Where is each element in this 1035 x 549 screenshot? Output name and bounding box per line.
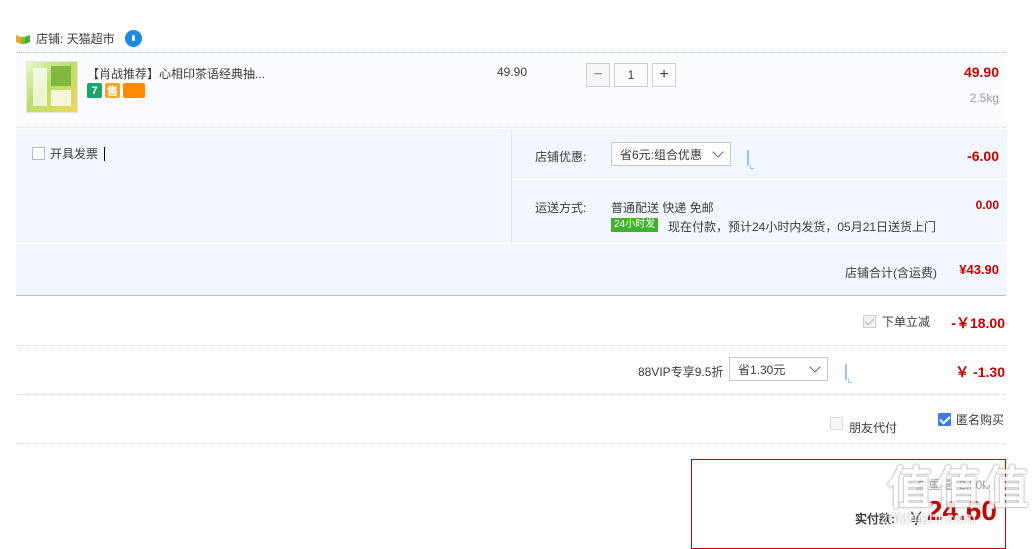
friend-pay-label: 朋友代付 xyxy=(849,421,898,435)
divider xyxy=(16,345,1006,346)
invoice-label: 开具发票 xyxy=(50,147,99,161)
shipping-label: 运送方式: xyxy=(535,201,587,215)
discount-info-icon[interactable] xyxy=(747,150,749,166)
divider xyxy=(16,443,1006,444)
invoice-checkbox[interactable] xyxy=(32,147,45,160)
divider xyxy=(512,179,1006,180)
store-header: 店铺: 天猫超市 xyxy=(16,28,142,48)
vip-discount-label: 88VIP专享9.5折 xyxy=(638,365,724,379)
product-title[interactable]: 【肖战推荐】心相印茶语经典抽... xyxy=(87,65,265,82)
credit-card-icon xyxy=(123,83,145,98)
order-discount-amount: -￥18.00 xyxy=(951,315,1005,331)
divider xyxy=(16,127,1006,128)
unit-price: 49.90 xyxy=(497,65,528,79)
item-weight: 2.5kg xyxy=(969,91,999,105)
vip-info-icon[interactable] xyxy=(845,364,847,380)
anonymous-purchase-option[interactable]: 匿名购买 xyxy=(938,411,1004,428)
divider xyxy=(16,52,1006,53)
store-total-amount: ¥43.90 xyxy=(959,262,999,277)
increase-quantity-button[interactable]: + xyxy=(652,63,676,87)
quantity-input[interactable]: 1 xyxy=(614,63,648,87)
shipping-fee: 0.00 xyxy=(975,198,999,212)
invoice-option[interactable]: 开具发票 xyxy=(32,145,106,162)
store-total-label: 店铺合计(含运费) xyxy=(845,266,937,280)
shop-discount-label: 店铺优惠: xyxy=(535,150,587,164)
anonymous-checkbox[interactable] xyxy=(938,413,951,426)
watermark-logo: 值值值 xyxy=(887,461,1031,515)
divider xyxy=(16,295,1006,296)
order-discount-checkbox xyxy=(863,315,876,328)
item-subtotal: 49.90 xyxy=(963,64,999,80)
friend-pay-checkbox xyxy=(830,417,843,430)
chevron-down-icon xyxy=(809,361,821,373)
text-caret xyxy=(104,146,106,161)
decrease-quantity-button[interactable]: − xyxy=(586,63,610,87)
vip-discount-select[interactable]: 省1.30元 xyxy=(729,357,828,381)
shop-discount-value: 省6元:组合优惠 xyxy=(620,147,703,162)
tmall-store-icon xyxy=(16,33,30,44)
divider xyxy=(16,394,1006,395)
chevron-down-icon xyxy=(712,146,724,158)
anonymous-label: 匿名购买 xyxy=(956,413,1005,427)
24h-shipping-tag: 24小时发 xyxy=(611,218,659,232)
product-thumbnail[interactable] xyxy=(26,61,78,113)
watermark-url: zhizhizhi.com xyxy=(880,510,977,527)
vip-discount-amount: ￥ -1.30 xyxy=(955,364,1005,380)
service-badges: 7 售 xyxy=(87,83,145,98)
shipping-note: 现在付款，预计24小时内发货，05月21日送货上门 xyxy=(668,220,937,234)
vip-discount-value: 省1.30元 xyxy=(738,362,786,377)
store-name[interactable]: 店铺: 天猫超市 xyxy=(36,30,115,47)
divider xyxy=(16,243,1006,244)
wangwang-chat-icon[interactable] xyxy=(124,29,142,47)
shop-discount-select[interactable]: 省6元:组合优惠 xyxy=(611,142,731,166)
quantity-stepper: − 1 + xyxy=(586,62,676,88)
shipping-method: 普通配送 快递 免邮 xyxy=(611,201,714,215)
order-discount: 下单立减 xyxy=(863,313,930,330)
after-sale-icon: 售 xyxy=(105,83,120,98)
order-discount-label: 下单立减 xyxy=(882,315,931,329)
seven-day-return-icon: 7 xyxy=(87,83,102,98)
shop-discount-amount: -6.00 xyxy=(967,148,999,164)
friend-pay-option: 朋友代付 xyxy=(830,411,897,436)
